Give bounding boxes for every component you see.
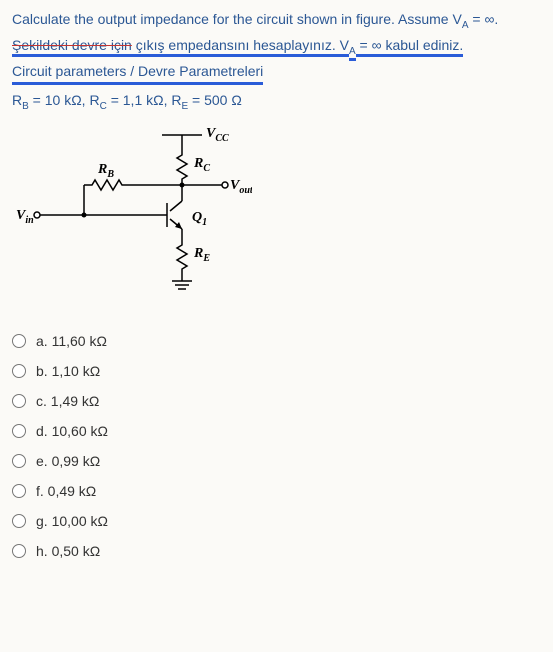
svg-text:RB: RB — [97, 162, 114, 180]
option-c-label: c. 1,49 kΩ — [36, 393, 99, 409]
option-g-label: g. 10,00 kΩ — [36, 513, 108, 529]
radio-g[interactable] — [12, 514, 26, 528]
option-b-label: b. 1,10 kΩ — [36, 363, 100, 379]
q2-sub: A — [349, 46, 356, 61]
svg-text:VCC: VCC — [206, 126, 229, 144]
option-e-label: e. 0,99 kΩ — [36, 453, 100, 469]
option-c[interactable]: c. 1,49 kΩ — [12, 393, 541, 409]
question-line-1: Calculate the output impedance for the c… — [12, 8, 541, 34]
option-e[interactable]: e. 0,99 kΩ — [12, 453, 541, 469]
option-g[interactable]: g. 10,00 kΩ — [12, 513, 541, 529]
radio-f[interactable] — [12, 484, 26, 498]
circuit-params: RB = 10 kΩ, RC = 1,1 kΩ, RE = 500 Ω — [12, 89, 541, 115]
svg-text:Vin: Vin — [16, 208, 34, 226]
answer-options: a. 11,60 kΩ b. 1,10 kΩ c. 1,49 kΩ d. 10,… — [12, 333, 541, 559]
q3-text: Circuit parameters / Devre Parametreleri — [12, 60, 263, 85]
q2-strike: Şekildeki devre için — [12, 37, 132, 57]
radio-d[interactable] — [12, 424, 26, 438]
question-block: Calculate the output impedance for the c… — [12, 8, 541, 115]
circuit-diagram: .w { stroke:#000; stroke-width:1.5; fill… — [12, 123, 252, 303]
q2-tail: = ∞ kabul ediniz. — [356, 37, 464, 57]
question-line-2: Şekildeki devre için çıkış empedansını h… — [12, 34, 541, 60]
radio-a[interactable] — [12, 334, 26, 348]
svg-text:RE: RE — [193, 246, 210, 264]
q1-text: Calculate the output impedance for the c… — [12, 11, 462, 27]
option-f[interactable]: f. 0,49 kΩ — [12, 483, 541, 499]
svg-text:Vout: Vout — [230, 178, 252, 196]
option-b[interactable]: b. 1,10 kΩ — [12, 363, 541, 379]
option-a[interactable]: a. 11,60 kΩ — [12, 333, 541, 349]
radio-h[interactable] — [12, 544, 26, 558]
option-f-label: f. 0,49 kΩ — [36, 483, 96, 499]
radio-b[interactable] — [12, 364, 26, 378]
option-h-label: h. 0,50 kΩ — [36, 543, 100, 559]
svg-text:RC: RC — [193, 156, 210, 174]
option-h[interactable]: h. 0,50 kΩ — [12, 543, 541, 559]
option-d[interactable]: d. 10,60 kΩ — [12, 423, 541, 439]
radio-e[interactable] — [12, 454, 26, 468]
option-d-label: d. 10,60 kΩ — [36, 423, 108, 439]
radio-c[interactable] — [12, 394, 26, 408]
question-line-3: Circuit parameters / Devre Parametreleri — [12, 60, 541, 85]
svg-text:Q1: Q1 — [192, 210, 207, 228]
q2-mid: çıkış empedansını hesaplayınız. V — [132, 37, 349, 57]
option-a-label: a. 11,60 kΩ — [36, 333, 107, 349]
q1-tail: = ∞. — [468, 11, 498, 27]
